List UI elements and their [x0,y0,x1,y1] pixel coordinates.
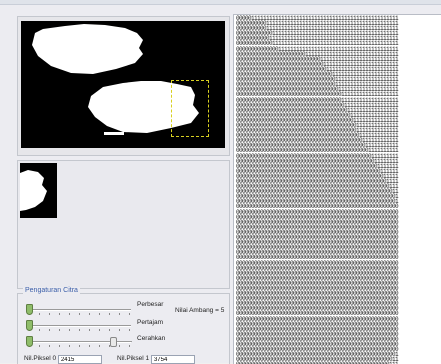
threshold-label: Nilai Ambang = 5 [175,307,225,314]
pixel1-label: Nil.Piksel 1 [117,355,150,362]
source-image-panel [17,16,230,156]
perbesar-label: Perbesar [137,301,164,308]
pertajam-slider[interactable] [23,320,133,331]
perbesar-slider[interactable] [23,304,133,315]
slider-thumb[interactable] [26,336,33,347]
slider-thumb[interactable] [26,304,33,315]
group-title: Pengaturan Citra [23,287,80,294]
cerahkan-label: Cerahkan [137,335,166,342]
mini-slider[interactable] [110,337,117,349]
pertajam-label: Pertajam [137,319,164,326]
binary-matrix-textbox[interactable]: 0000011111111111111111111111111111111111… [233,14,441,364]
selection-rectangle[interactable] [171,80,209,137]
slider-thumb[interactable] [26,320,33,331]
cropped-image-panel [17,160,230,289]
window-top-border [0,0,441,5]
pixel1-count: Nil.Piksel 1 [117,355,195,364]
binary-matrix-text: 0000011111111111111111111111111111111111… [236,15,441,364]
pixel0-count: Nil.Piksel 0 [24,355,102,364]
image-settings-group: Pengaturan Citra Perbesar Pertajam Cerah… [17,287,230,364]
pixel0-label: Nil.Piksel 0 [24,355,57,362]
application-window: Pengaturan Citra Perbesar Pertajam Cerah… [0,0,441,364]
cropped-image [20,170,47,211]
cropped-image-canvas [20,163,57,218]
binary-image-canvas[interactable] [21,21,225,148]
